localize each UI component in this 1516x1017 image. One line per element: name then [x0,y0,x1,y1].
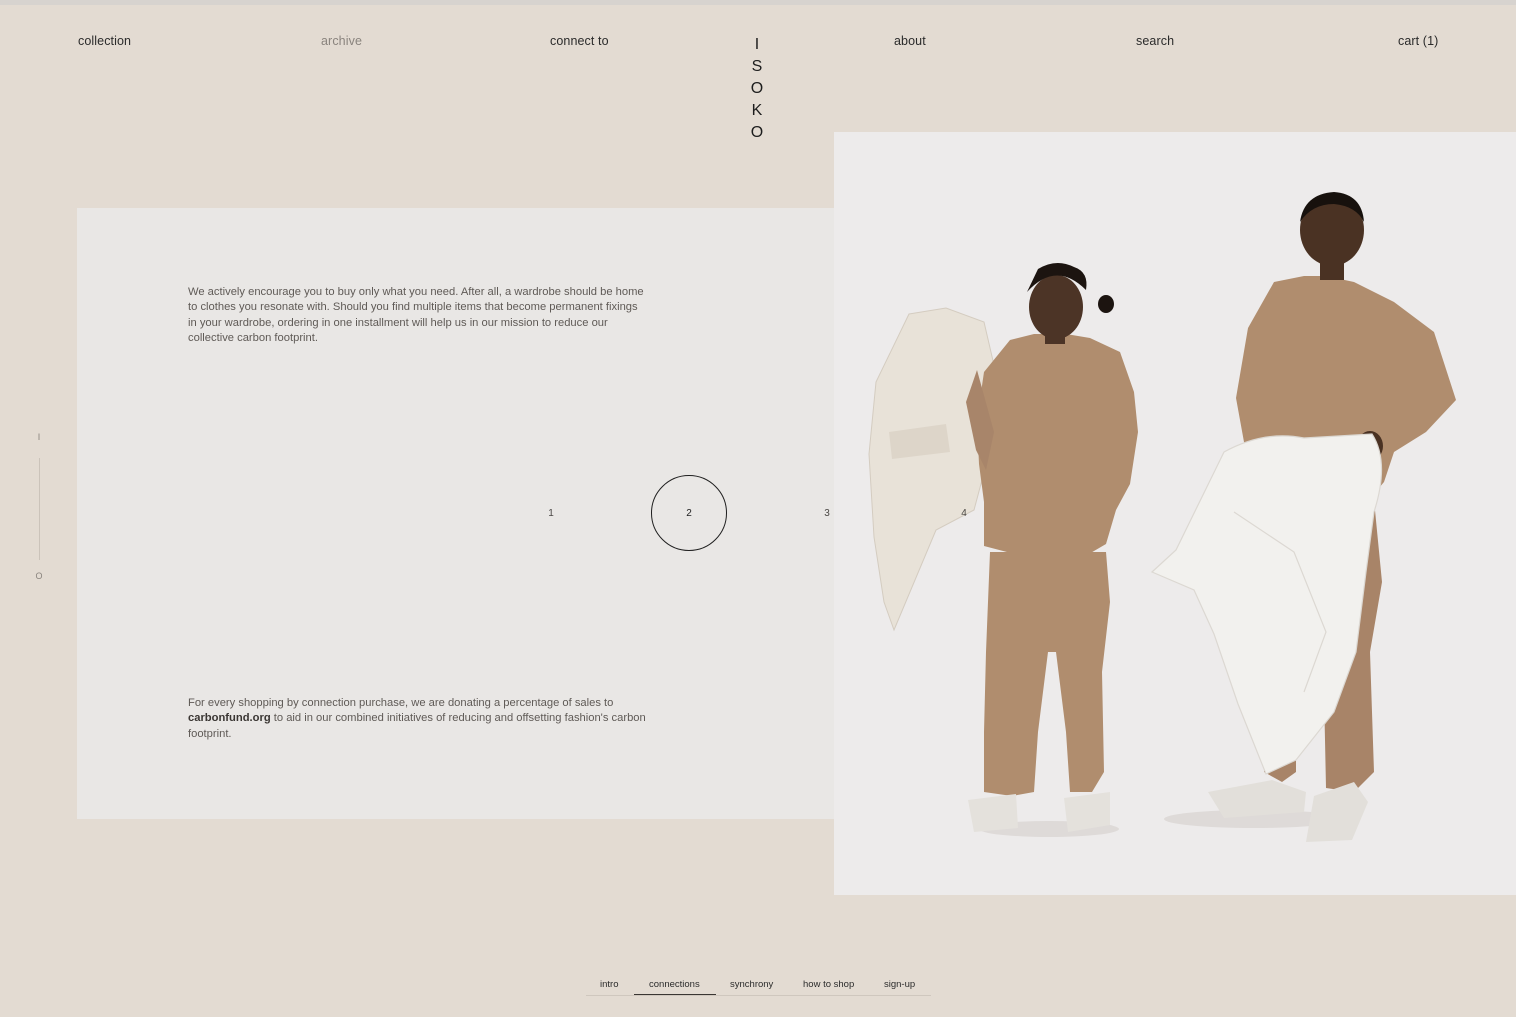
logo-letter: O [750,124,764,141]
page: collection archive connect to I S O K O … [0,0,1516,1017]
nav-connect-to[interactable]: connect to [550,34,609,48]
nav-about[interactable]: about [894,34,926,48]
nav-search[interactable]: search [1136,34,1174,48]
content-panel: We actively encourage you to buy only wh… [77,208,834,819]
step-2-label: 2 [686,507,692,519]
section-tabs: intro connections synchrony how to shop … [586,975,931,996]
step-4[interactable]: 4 [954,508,974,519]
logo-letter: O [750,80,764,97]
tab-synchrony[interactable]: synchrony [730,979,773,990]
top-border [0,0,1516,5]
donation-paragraph: For every shopping by connection purchas… [188,696,648,742]
logo-letter: S [751,58,763,75]
tab-how-to-shop[interactable]: how to shop [803,979,854,990]
step-2-active[interactable]: 2 [651,475,727,551]
scroll-indicator: I O [33,432,45,584]
intro-paragraph: We actively encourage you to buy only wh… [188,286,644,345]
scroll-indicator-top: I [37,432,41,442]
active-tab-indicator [634,994,716,995]
logo-letter: K [751,102,763,119]
step-1[interactable]: 1 [541,508,561,519]
tab-intro[interactable]: intro [600,979,618,990]
scroll-track [38,458,40,560]
logo-letter: I [754,36,760,53]
nav-collection[interactable]: collection [78,34,131,48]
product-photo: 4 [834,132,1516,895]
tab-connections[interactable]: connections [649,979,700,990]
models-illustration [834,132,1516,895]
brand-logo[interactable]: I S O K O [748,34,766,144]
carbonfund-link[interactable]: carbonfund.org [188,712,271,724]
tab-sign-up[interactable]: sign-up [884,979,915,990]
donation-text-start: For every shopping by connection purchas… [188,697,614,709]
nav-cart[interactable]: cart (1) [1398,34,1438,48]
nav-archive[interactable]: archive [321,34,362,48]
scroll-indicator-bottom: O [35,571,43,581]
